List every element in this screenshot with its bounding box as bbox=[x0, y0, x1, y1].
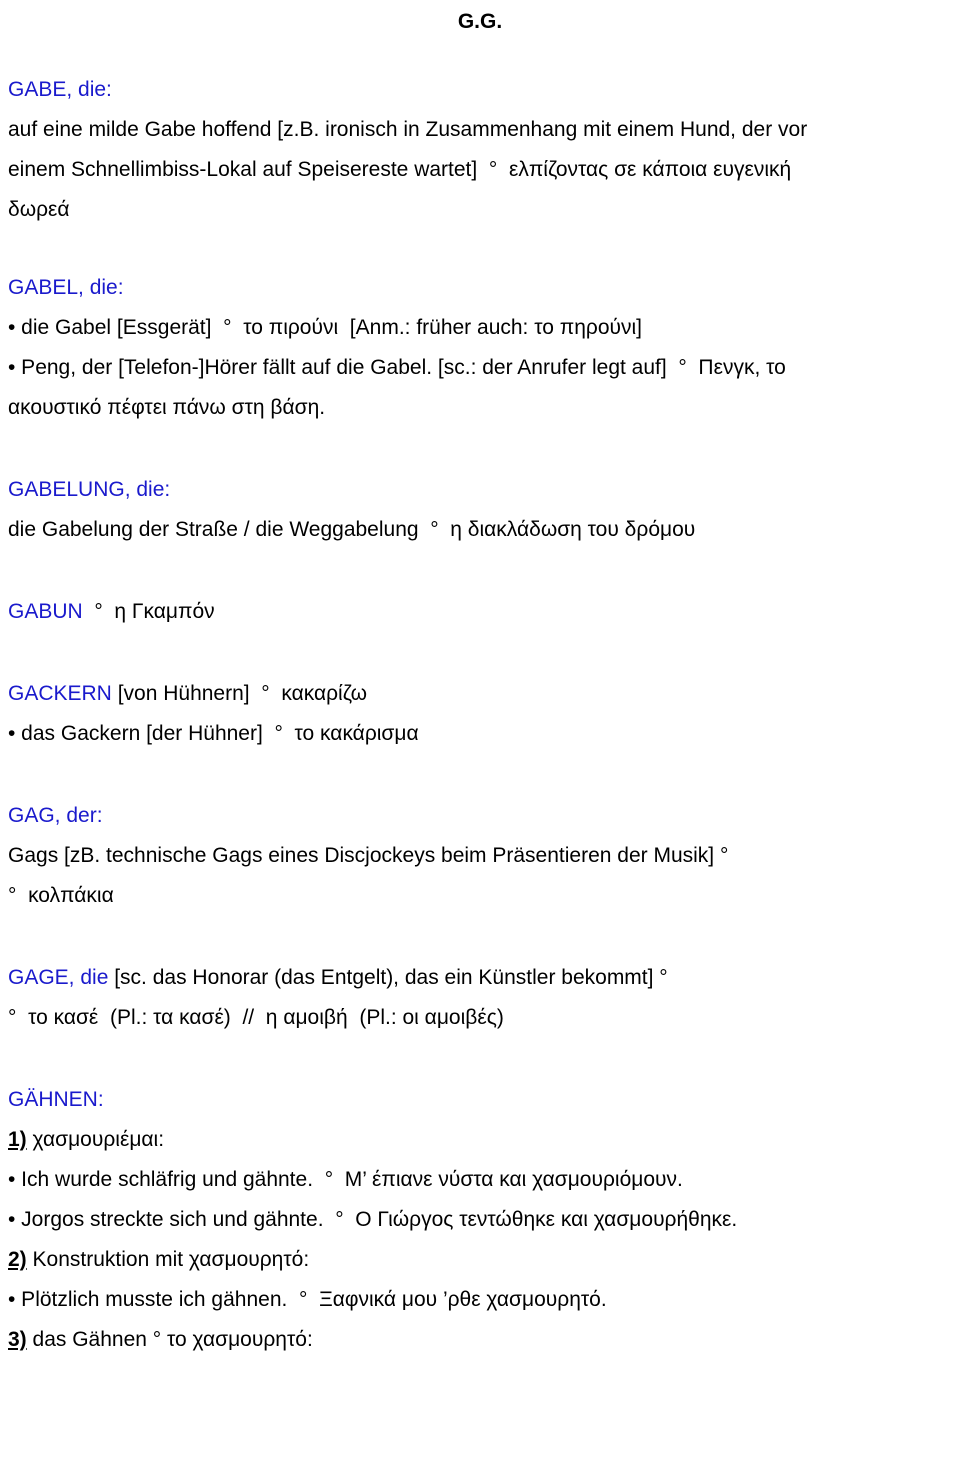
page-title: G.G. bbox=[457, 10, 503, 33]
entry-gabe-line-1: auf eine milde Gabe hoffend [z.B. ironis… bbox=[8, 118, 808, 141]
sense-text-3: das Gähnen ° το χασμουρητό: bbox=[26, 1328, 313, 1351]
entry-gabun-rest: ° η Γκαμπόν bbox=[82, 600, 215, 623]
entry-headword-gaehnen: GÄHNEN: bbox=[8, 1088, 104, 1111]
entry-gage-line-2: ° το κασέ (Pl.: τα κασέ) // η αμοιβή (Pl… bbox=[8, 1006, 504, 1029]
entry-gabun: GABUN ° η Γκαμπόν bbox=[8, 592, 950, 632]
entry-gaehnen-sense-3: 3) das Gähnen ° το χασμουρητό: bbox=[8, 1320, 950, 1360]
entry-headword-gabel: GABEL, die: bbox=[8, 276, 124, 299]
entry-headword-gabelung: GABELUNG, die: bbox=[8, 478, 171, 501]
sense-number-1: 1) bbox=[8, 1128, 27, 1151]
entry-headword-gabun: GABUN bbox=[8, 600, 83, 623]
sense-text-2: Konstruktion mit χασμουρητό: bbox=[26, 1248, 310, 1271]
entry-gaehnen-sense1-bullet-2: • Jorgos streckte sich und gähnte. ° Ο Γ… bbox=[8, 1208, 738, 1231]
entry-gag-line-2: ° κολπάκια bbox=[8, 884, 114, 907]
sense-text-1: χασμουριέμαι: bbox=[26, 1128, 165, 1151]
entry-gabe-line-2: einem Schnellimbiss-Lokal auf Speiserest… bbox=[8, 158, 792, 181]
entry-gackern: GACKERN [von Hühnern] ° κακαρίζω bbox=[8, 674, 950, 714]
entry-gackern-bullet-1: • das Gackern [der Hühner] ° το κακάρισμ… bbox=[8, 722, 419, 745]
entry-gabel-bullet-2b: ακουστικό πέφτει πάνω στη βάση. bbox=[8, 396, 326, 419]
entry-gabelung-line-1: die Gabelung der Straße / die Weggabelun… bbox=[8, 518, 696, 541]
entry-gackern-rest: [von Hühnern] ° κακαρίζω bbox=[111, 682, 367, 705]
entry-headword-gabe: GABE, die: bbox=[8, 78, 112, 101]
sense-number-2: 2) bbox=[8, 1248, 27, 1271]
entry-gage-rest: [sc. das Honorar (das Entgelt), das ein … bbox=[108, 966, 668, 989]
entry-gage: GAGE, die [sc. das Honorar (das Entgelt)… bbox=[8, 958, 950, 998]
entry-gabel-bullet-2a: • Peng, der [Telefon-]Hörer fällt auf di… bbox=[8, 356, 786, 379]
entry-gabel-bullet-1: • die Gabel [Essgerät] ° το πιρούνι [Anm… bbox=[8, 316, 643, 339]
entry-gaehnen-sense2-bullet-1: • Plötzlich musste ich gähnen. ° Ξαφνικά… bbox=[8, 1288, 607, 1311]
document-body: GABE, die: auf eine milde Gabe hoffend [… bbox=[0, 70, 960, 1360]
entry-gabe-line-3: δωρεά bbox=[8, 198, 70, 221]
entry-gaehnen-sense-1: 1) χασμουριέμαι: bbox=[8, 1120, 950, 1160]
entry-gaehnen-sense-2: 2) Konstruktion mit χασμουρητό: bbox=[8, 1240, 950, 1280]
entry-gaehnen-sense1-bullet-1: • Ich wurde schläfrig und gähnte. ° Μ’ έ… bbox=[8, 1168, 683, 1191]
entry-headword-gackern: GACKERN bbox=[8, 682, 112, 705]
entry-gag-line-1: Gags [zB. technische Gags eines Discjock… bbox=[8, 844, 729, 867]
entry-headword-gage: GAGE, die bbox=[8, 966, 109, 989]
document-page: G.G. GABE, die: auf eine milde Gabe hoff… bbox=[0, 0, 960, 1457]
sense-number-3: 3) bbox=[8, 1328, 27, 1351]
entry-headword-gag: GAG, der: bbox=[8, 804, 103, 827]
